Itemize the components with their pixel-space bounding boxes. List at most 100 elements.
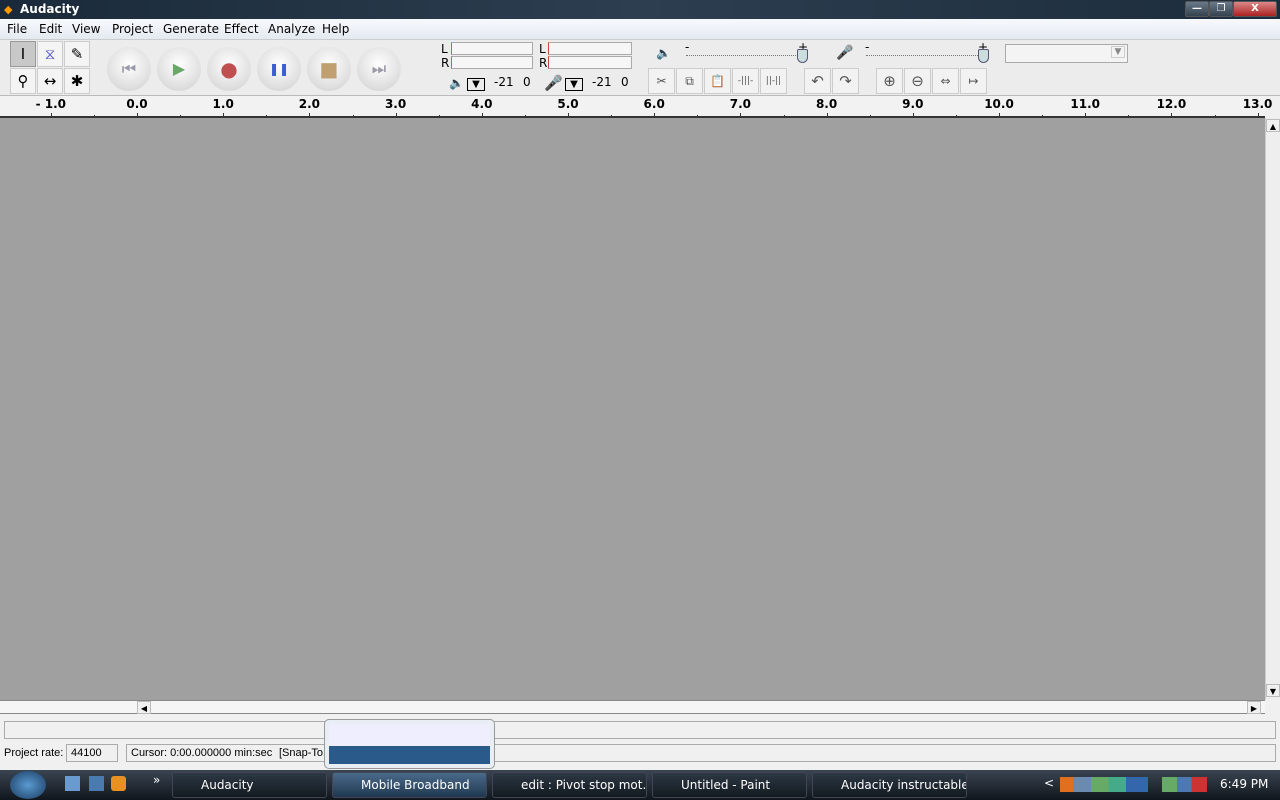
ruler-tick: [481, 113, 483, 117]
horizontal-scrollbar[interactable]: ◀ ▶: [0, 700, 1265, 714]
taskbar-item-audacity[interactable]: Audacity: [172, 772, 327, 798]
record-meter-dropdown[interactable]: ▼: [565, 78, 583, 91]
snap-to-status: [Snap-To: [279, 747, 324, 759]
ruler-label: 9.0: [902, 97, 924, 111]
ruler-tick: [654, 113, 656, 117]
restore-button[interactable]: ❐: [1209, 1, 1233, 17]
taskbar-item-mobile-broadband[interactable]: Mobile Broadband: [332, 772, 487, 798]
playback-volume-slider[interactable]: [686, 55, 802, 56]
silence-button[interactable]: -|||-: [732, 68, 759, 94]
taskbar-item-firefox[interactable]: edit : Pivot stop mot...: [492, 772, 647, 798]
tray-icons[interactable]: [1060, 777, 1148, 792]
menu-edit[interactable]: Edit: [39, 22, 62, 36]
menu-file[interactable]: File: [7, 22, 27, 36]
vertical-scrollbar[interactable]: ▲ ▼: [1265, 118, 1280, 700]
zoom-in-button[interactable]: ⊕: [876, 68, 903, 94]
ruler-tick: [1257, 113, 1259, 117]
scroll-down-icon[interactable]: ▼: [1266, 684, 1280, 697]
skip-to-start-button[interactable]: ⏮: [107, 47, 151, 91]
trim-button[interactable]: ✂: [648, 68, 675, 94]
minimize-button[interactable]: —: [1185, 1, 1209, 17]
fit-selection-button[interactable]: ⇔: [932, 68, 959, 94]
copy-button[interactable]: ⧉: [676, 68, 703, 94]
ruler-tick: [611, 115, 613, 117]
playback-volume-icon: 🔈: [656, 46, 671, 60]
ruler-tick: [955, 115, 957, 117]
close-button[interactable]: X: [1233, 1, 1277, 17]
envelope-tool[interactable]: ⧖: [37, 41, 63, 67]
playback-meter-dropdown[interactable]: ▼: [467, 78, 485, 91]
input-source-dropdown[interactable]: ▼: [1005, 44, 1128, 63]
selection-tool[interactable]: I: [10, 41, 36, 67]
switch-windows-icon[interactable]: [89, 776, 104, 791]
menu-project[interactable]: Project: [112, 22, 153, 36]
taskbar-item-folder[interactable]: Audacity instructable: [812, 772, 967, 798]
record-slider-minus: -: [865, 40, 870, 54]
menu-help[interactable]: Help: [322, 22, 349, 36]
zoom-out-button[interactable]: ⊖: [904, 68, 931, 94]
taskbar-item-paint[interactable]: Untitled - Paint: [652, 772, 807, 798]
time-shift-tool[interactable]: ↔: [37, 68, 63, 94]
ruler-label: 6.0: [643, 97, 665, 111]
record-volume-thumb[interactable]: [978, 49, 989, 63]
undo-button[interactable]: ↶: [804, 68, 831, 94]
menu-analyze[interactable]: Analyze: [268, 22, 315, 36]
status-area: Project rate: 44100 Cursor: 0:00.000000 …: [0, 714, 1280, 770]
menu-generate[interactable]: Generate: [163, 22, 219, 36]
window-title: Audacity: [20, 2, 80, 16]
playback-meter-db: -21: [494, 75, 514, 89]
media-player-icon[interactable]: [111, 776, 126, 791]
ruler-tick: [740, 113, 742, 117]
ruler-label: 0.0: [126, 97, 148, 111]
record-volume-slider[interactable]: [866, 55, 982, 56]
menu-effect[interactable]: Effect: [224, 22, 259, 36]
show-desktop-icon[interactable]: [65, 776, 80, 791]
project-rate-field[interactable]: 44100: [66, 744, 118, 762]
ruler-tick: [93, 115, 95, 117]
menu-view[interactable]: View: [72, 22, 100, 36]
ruler-tick: [309, 113, 311, 117]
paste-button[interactable]: 📋: [704, 68, 731, 94]
ruler-label: 13.0: [1242, 97, 1273, 111]
skip-to-end-button[interactable]: ⏭: [357, 47, 401, 91]
menu-bar: File Edit View Project Generate Effect A…: [0, 19, 1280, 40]
ruler-tick: [912, 113, 914, 117]
playback-volume-thumb[interactable]: [797, 49, 808, 63]
ruler-label: 7.0: [729, 97, 752, 111]
pause-button[interactable]: ❚❚: [257, 47, 301, 91]
multi-tool[interactable]: ✱: [64, 68, 90, 94]
zoom-tool[interactable]: ⚲: [10, 68, 36, 94]
play-button[interactable]: ▶: [157, 47, 201, 91]
scroll-left-icon[interactable]: ◀: [137, 701, 151, 714]
ruler-tick: [1171, 113, 1173, 117]
quick-launch-overflow[interactable]: »: [153, 773, 160, 787]
system-tray-status-icons[interactable]: [1162, 777, 1207, 792]
clock[interactable]: 6:49 PM: [1220, 777, 1268, 791]
draw-tool[interactable]: ✎: [64, 41, 90, 67]
record-button[interactable]: ●: [207, 47, 251, 91]
ruler-tick: [266, 115, 268, 117]
redo-button[interactable]: ↷: [832, 68, 859, 94]
mobile-broadband-thumbnail[interactable]: [324, 719, 495, 769]
ruler-tick: [568, 113, 569, 117]
ruler-label: 8.0: [815, 97, 838, 111]
record-meter-right-label: R: [539, 56, 548, 70]
ruler-tick: [783, 115, 785, 117]
track-area[interactable]: [0, 118, 1265, 700]
ruler-label: 12.0: [1156, 97, 1187, 111]
status-bar-top: [4, 721, 1276, 739]
stop-button[interactable]: ■: [307, 47, 351, 91]
ruler-label: 1.0: [212, 97, 234, 111]
ruler-tick: [50, 113, 52, 117]
record-meter-db: -21: [592, 75, 612, 89]
tray-expand-button[interactable]: <: [1044, 776, 1054, 790]
trim-outside-button[interactable]: ||-||: [760, 68, 787, 94]
start-button[interactable]: [10, 771, 46, 799]
scroll-right-icon[interactable]: ▶: [1247, 701, 1261, 714]
scroll-up-icon[interactable]: ▲: [1266, 119, 1280, 132]
ruler-label: 2.0: [298, 97, 321, 111]
ruler-tick: [1214, 115, 1216, 117]
fit-project-button[interactable]: ↦: [960, 68, 987, 94]
playback-meter-zero: 0: [523, 75, 531, 89]
timeline-ruler[interactable]: - 1.0 0.0 1.0 2.0 3.0 4.0 5.0 6.0 7.0 8.0 9.0 10.0 1…: [0, 96, 1272, 118]
